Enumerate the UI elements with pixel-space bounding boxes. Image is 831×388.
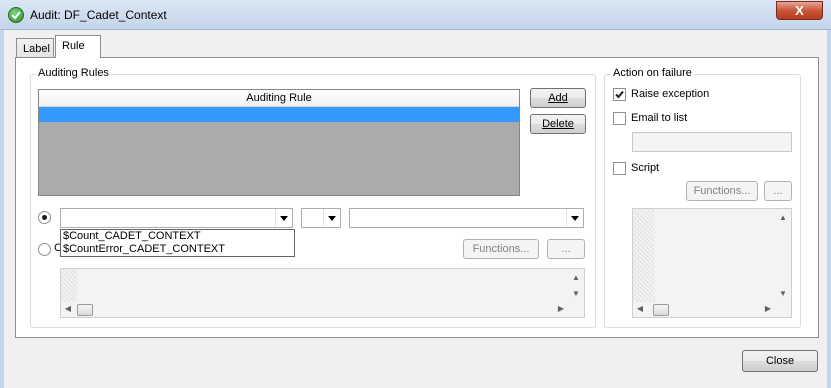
rule-functions-label: Functions...	[472, 243, 530, 255]
scroll-up-icon[interactable]: ▲	[776, 211, 790, 225]
tab-label[interactable]: Label	[16, 38, 54, 58]
scroll-down-icon[interactable]: ▼	[776, 287, 790, 301]
scroll-left-icon[interactable]: ◀	[634, 302, 646, 316]
add-button[interactable]: Add	[530, 88, 586, 108]
dropdown-item-count[interactable]: $Count_CADET_CONTEXT	[61, 230, 294, 243]
editor-gutter	[61, 269, 77, 302]
chevron-down-icon[interactable]	[275, 209, 292, 227]
scroll-up-icon[interactable]: ▲	[569, 271, 583, 285]
tab-rule[interactable]: Rule	[55, 35, 101, 58]
audit-check-icon	[8, 7, 24, 23]
grid-row-selected[interactable]	[39, 107, 519, 122]
grid-header-auditing-rule[interactable]: Auditing Rule	[39, 90, 519, 107]
delete-button[interactable]: Delete	[530, 114, 586, 134]
delete-button-label: Delete	[542, 118, 574, 130]
dropdown-item-count-error[interactable]: $CountError_CADET_CONTEXT	[61, 243, 294, 256]
window-title: Audit: DF_Cadet_Context	[30, 8, 167, 22]
scroll-down-icon[interactable]: ▼	[569, 287, 583, 301]
window-frame-right	[827, 30, 831, 388]
raise-exception-checkbox[interactable]	[613, 88, 626, 101]
email-to-list-checkbox[interactable]	[613, 112, 626, 125]
radio-simple-rule[interactable]	[38, 211, 51, 224]
chevron-down-icon[interactable]	[323, 209, 340, 227]
tab-rule-text: Rule	[62, 40, 85, 52]
email-list-field[interactable]	[632, 132, 792, 152]
action-functions-button[interactable]: Functions...	[686, 181, 758, 201]
auditing-rules-legend: Auditing Rules	[36, 67, 111, 79]
action-ellipsis-label: ...	[773, 185, 783, 197]
rule-value-combo[interactable]	[349, 208, 584, 228]
script-horizontal-scroll-thumb[interactable]	[653, 304, 669, 316]
raise-exception-label: Raise exception	[631, 88, 710, 100]
rule-ellipsis-label: ...	[561, 243, 571, 255]
horizontal-scroll-thumb[interactable]	[77, 304, 93, 316]
action-ellipsis-button[interactable]: ...	[764, 181, 792, 201]
auditing-rule-grid[interactable]: Auditing Rule	[38, 89, 520, 196]
radio-selected-dot	[42, 215, 47, 220]
email-to-list-label: Email to list	[631, 112, 688, 124]
checkmark-icon	[615, 90, 624, 99]
close-button-label: Close	[765, 355, 795, 367]
rule-ellipsis-button[interactable]: ...	[547, 239, 585, 259]
variable-dropdown-list[interactable]: $Count_CADET_CONTEXT $CountError_CADET_C…	[60, 229, 295, 257]
scroll-right-icon[interactable]: ▶	[762, 302, 774, 316]
rule-operator-combo[interactable]	[301, 208, 341, 228]
window-frame-left	[0, 30, 4, 388]
rule-variable-combo[interactable]	[60, 208, 293, 228]
action-on-failure-legend: Action on failure	[611, 67, 694, 79]
script-label: Script	[631, 162, 660, 174]
chevron-down-icon[interactable]	[566, 209, 583, 227]
scroll-left-icon[interactable]: ◀	[62, 302, 74, 316]
custom-rule-editor[interactable]: ▲ ▼ ◀ ▶	[60, 268, 585, 318]
script-checkbox[interactable]	[613, 162, 626, 175]
window-close-button[interactable]: X	[776, 1, 823, 20]
close-button[interactable]: Close	[742, 350, 818, 372]
action-functions-label: Functions...	[693, 185, 751, 197]
script-editor-gutter	[633, 209, 655, 302]
scroll-right-icon[interactable]: ▶	[555, 302, 567, 316]
add-button-label: Add	[548, 92, 568, 104]
radio-custom-rule[interactable]	[38, 243, 51, 256]
tab-label-text: Label	[23, 43, 50, 55]
action-script-editor[interactable]: ▲ ▼ ◀ ▶	[632, 208, 792, 318]
rule-functions-button[interactable]: Functions...	[463, 239, 539, 259]
